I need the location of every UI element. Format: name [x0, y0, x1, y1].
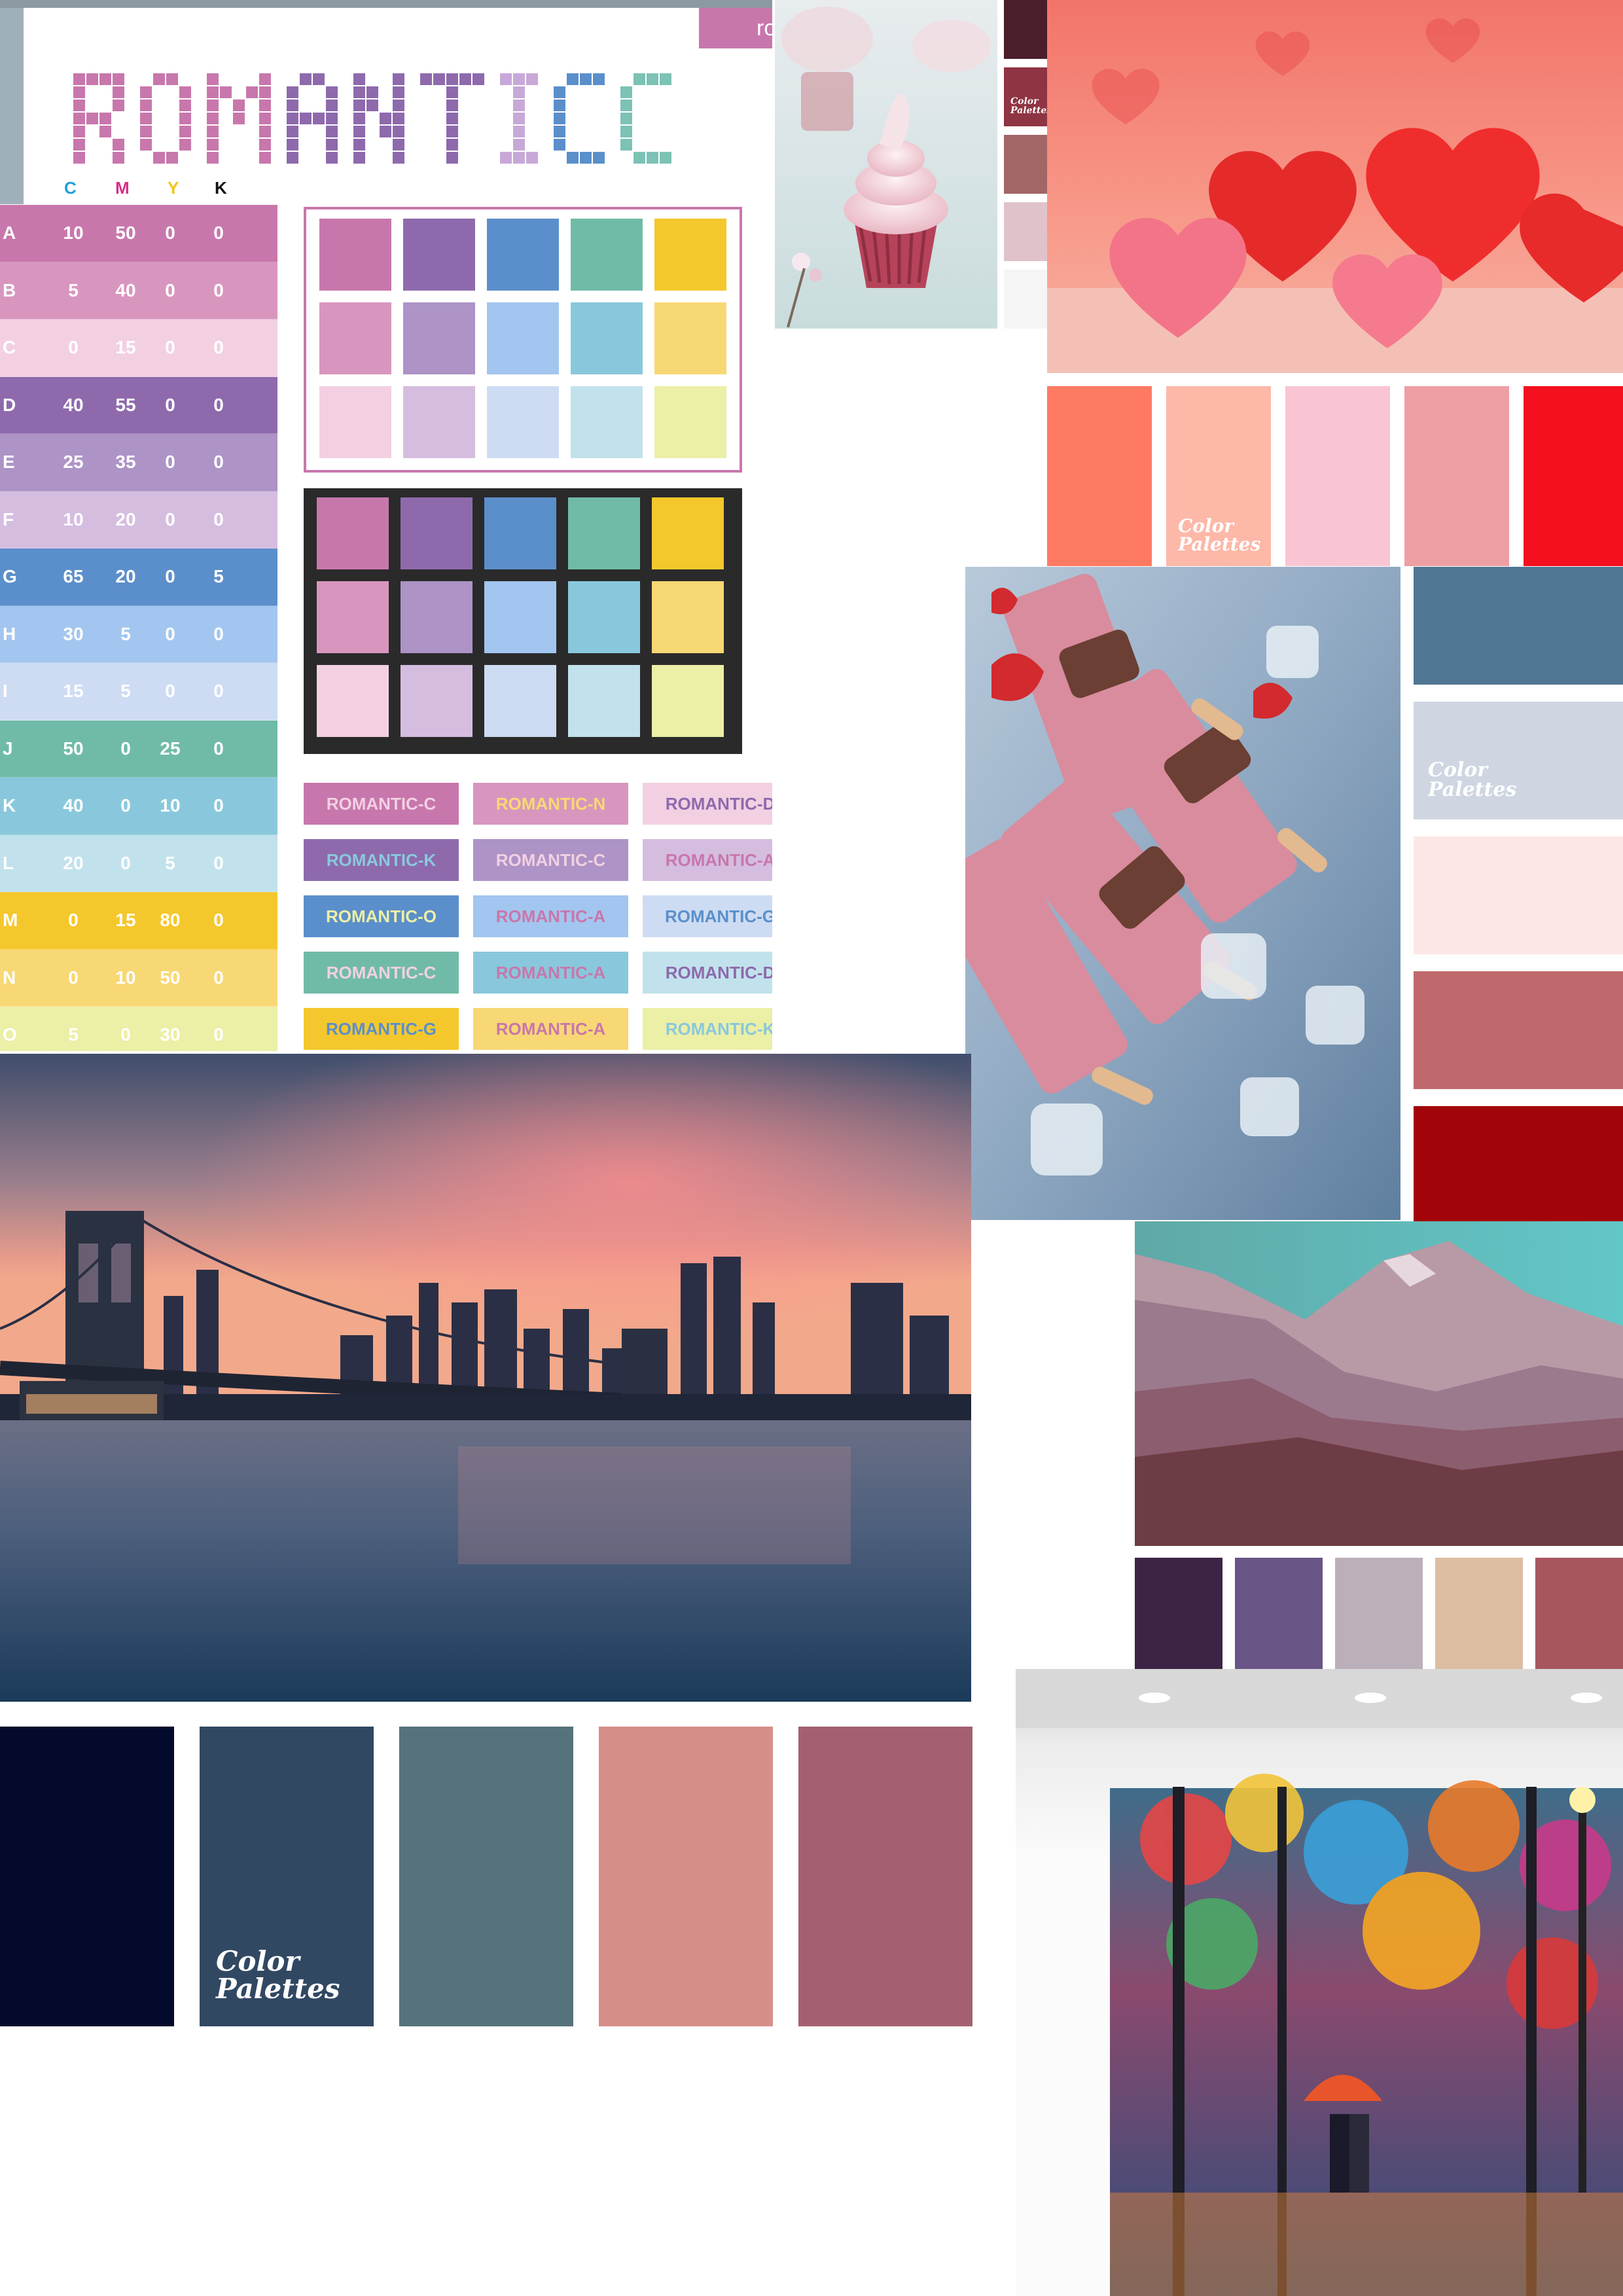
palette-color-swatch — [1535, 1558, 1623, 1669]
romantic-cmyk-sheet: ro ROMANTIC C M Y K A 10 50 0 0 B 5 40 0 0 C 0 15 0 0 D… — [0, 0, 772, 1051]
romantic-label: ROMANTIC-O — [304, 895, 459, 937]
romantic-label: ROMANTIC-C — [473, 839, 628, 881]
palette-color-swatch — [1047, 386, 1152, 566]
palette-color-swatch — [1235, 1558, 1323, 1669]
romantic-label: ROMANTIC-D — [643, 952, 772, 994]
palette-color-swatch — [1414, 836, 1623, 954]
palette-color-swatch — [1524, 386, 1623, 566]
romantic-label: ROMANTIC-K — [643, 1008, 772, 1050]
romantic-label: ROMANTIC-C — [304, 783, 459, 825]
palette-color-swatch — [399, 1727, 573, 2026]
palette-color-swatch — [599, 1727, 773, 2026]
palette-color-swatch — [1414, 1106, 1623, 1224]
color-palettes-logo: Color Palettes — [1178, 515, 1261, 555]
romantic-label: ROMANTIC-A — [473, 895, 628, 937]
popsicle-photo — [965, 567, 1400, 1220]
palette-color-swatch — [798, 1727, 972, 2026]
palette-color-swatch — [1414, 971, 1623, 1089]
romantic-label: ROMANTIC-A — [643, 839, 772, 881]
romantic-label: ROMANTIC-A — [473, 952, 628, 994]
cupcake-photo — [775, 0, 997, 329]
popsicle-palette: Color Palettes — [1414, 567, 1623, 1224]
hearts-palette: Color Palettes — [1047, 386, 1623, 566]
color-palettes-logo: Color Palettes — [216, 1945, 340, 2005]
color-palettes-logo: Color Palettes — [1010, 96, 1052, 116]
romantic-label: ROMANTIC-D — [643, 783, 772, 825]
romantic-label: ROMANTIC-K — [304, 839, 459, 881]
hearts-photo — [1047, 0, 1623, 373]
palette-color-swatch — [1135, 1558, 1222, 1669]
romantic-label-grid: ROMANTIC-C ROMANTIC-N ROMANTIC-D ROMANTIC-K… — [0, 0, 772, 1051]
gallery-wall — [1016, 1669, 1623, 2296]
palette-color-swatch — [1435, 1558, 1523, 1669]
palette-color-swatch — [1414, 567, 1623, 685]
mountain-palette — [1135, 1558, 1623, 1669]
color-palettes-logo: Color Palettes — [1428, 759, 1517, 801]
palette-color-swatch — [1404, 386, 1509, 566]
palette-color-swatch — [1335, 1558, 1423, 1669]
romantic-label: ROMANTIC-C — [304, 952, 459, 994]
palette-color-swatch — [1285, 386, 1390, 566]
romantic-label: ROMANTIC-G — [304, 1008, 459, 1050]
romantic-label: ROMANTIC-N — [473, 783, 628, 825]
mountain-photo — [1135, 1221, 1623, 1546]
romantic-label: ROMANTIC-A — [473, 1008, 628, 1050]
city-palette: Color Palettes — [0, 1727, 972, 2026]
city-skyline-photo — [0, 1054, 971, 1702]
romantic-label: ROMANTIC-G — [643, 895, 772, 937]
palette-color-swatch — [0, 1727, 174, 2026]
